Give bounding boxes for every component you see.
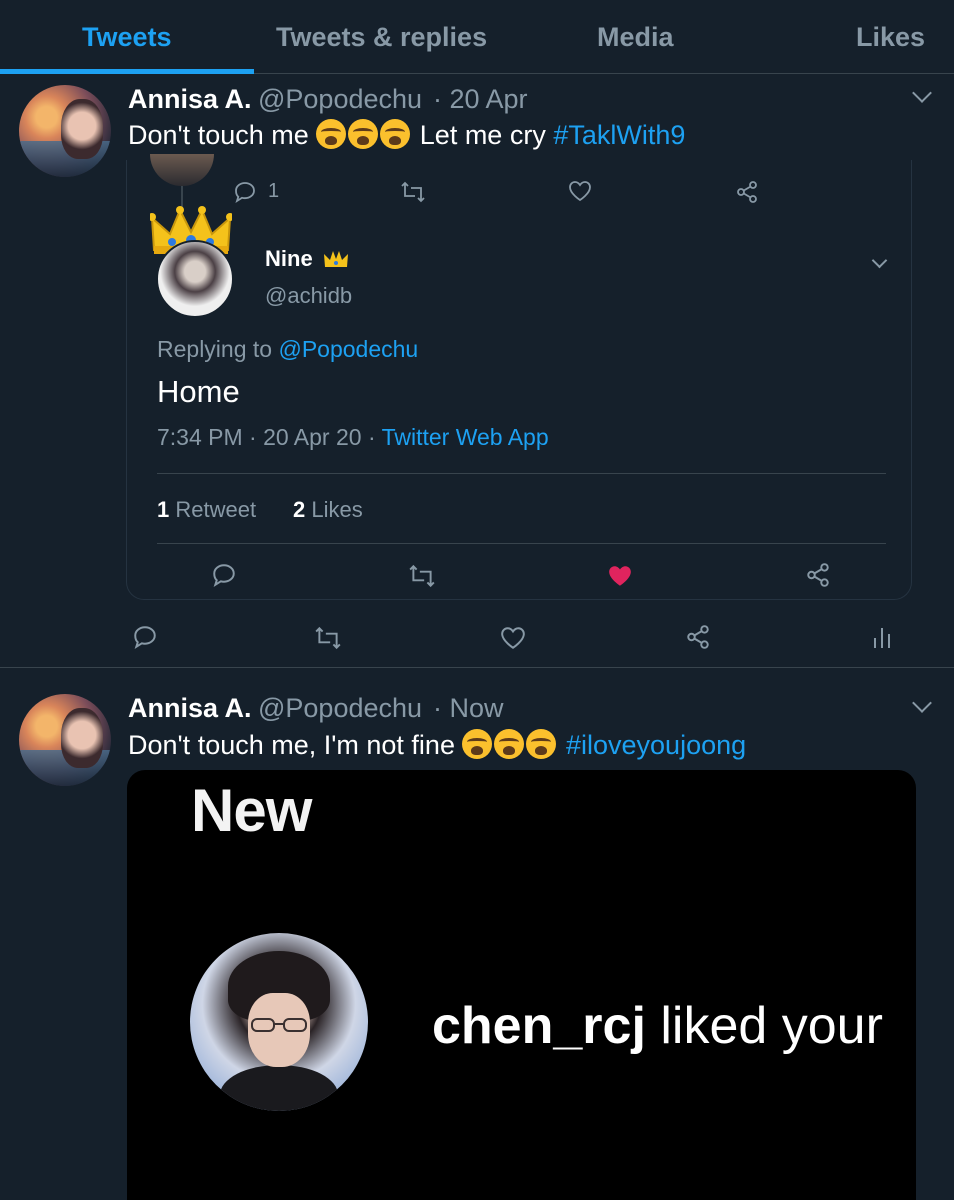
crying-emoji-icon [526, 729, 557, 759]
tab-likes[interactable]: Likes [856, 22, 925, 53]
crying-emoji-icon [494, 729, 525, 759]
retweet-stat[interactable]: 1 Retweet [157, 497, 256, 523]
embedded-author-name[interactable]: Nine [265, 246, 349, 272]
chevron-down-icon[interactable] [912, 83, 932, 103]
tab-tweets[interactable]: Tweets [82, 22, 172, 53]
tab-media[interactable]: Media [597, 22, 674, 53]
replying-to-link[interactable]: @Popodechu [278, 336, 418, 362]
likes-stat[interactable]: 2 Likes [293, 497, 363, 523]
retweet-icon[interactable] [314, 625, 342, 651]
avatar[interactable] [156, 240, 234, 318]
tweet-time[interactable]: · 20 Apr [433, 84, 528, 115]
reply-icon[interactable] [211, 562, 237, 588]
reply-icon[interactable] [233, 180, 257, 204]
reply-icon[interactable] [132, 624, 158, 650]
embedded-author-handle[interactable]: @achidb [265, 283, 352, 309]
crying-emoji-icon [380, 119, 411, 149]
reply-count: 1 [268, 180, 280, 202]
replying-to: Replying to @Popodechu [157, 336, 419, 362]
media-caption: chen_rcj liked your [432, 997, 883, 1055]
embedded-conversation[interactable] [126, 160, 912, 600]
media-heading: New [191, 777, 312, 844]
hashtag-link[interactable]: #iloveyoujoong [566, 730, 746, 760]
tab-tweets-and-replies[interactable]: Tweets & replies [276, 22, 487, 53]
source-link[interactable]: Twitter Web App [382, 424, 549, 450]
like-icon-filled[interactable] [607, 564, 633, 588]
retweet-icon[interactable] [408, 563, 436, 589]
tweet-author-name[interactable]: Annisa A. [128, 693, 252, 724]
tweet-author-handle[interactable]: @Popodechu [258, 84, 422, 115]
share-icon[interactable] [735, 180, 759, 204]
divider [157, 543, 886, 544]
active-tab-indicator [0, 69, 254, 74]
tweet-media-image[interactable]: New chen_rcj liked your [127, 770, 916, 1200]
tweet-text: Don't touch me, I'm not fine #iloveyoujo… [128, 729, 747, 760]
share-icon[interactable] [685, 624, 711, 650]
tweet-author-handle[interactable]: @Popodechu [258, 693, 422, 724]
divider [157, 473, 886, 474]
profile-tabs: Tweets Tweets & replies Media Likes [0, 0, 954, 74]
tweet-time[interactable]: · Now [433, 693, 504, 724]
crown-icon [323, 251, 348, 267]
crying-emoji-icon [462, 729, 493, 759]
avatar[interactable] [19, 694, 111, 786]
crying-emoji-icon [348, 119, 379, 149]
embedded-tweet-text: Home [157, 374, 240, 409]
crying-emoji-icon [316, 119, 347, 149]
media-avatar-image [190, 933, 368, 1111]
share-icon[interactable] [805, 562, 831, 588]
retweet-icon[interactable] [400, 180, 426, 204]
like-icon[interactable] [568, 180, 592, 202]
embedded-timestamp: 7:34 PM · 20 Apr 20 · Twitter Web App [157, 424, 549, 450]
tweet-separator [0, 667, 954, 668]
tweet-text: Don't touch me Let me cry #TaklWith9 [128, 119, 686, 150]
hashtag-link[interactable]: #TaklWith9 [553, 120, 685, 150]
like-icon[interactable] [500, 626, 526, 650]
avatar[interactable] [19, 85, 111, 177]
analytics-icon[interactable] [872, 626, 892, 650]
tweet-author-name[interactable]: Annisa A. [128, 84, 252, 115]
chevron-down-icon[interactable] [912, 693, 932, 713]
